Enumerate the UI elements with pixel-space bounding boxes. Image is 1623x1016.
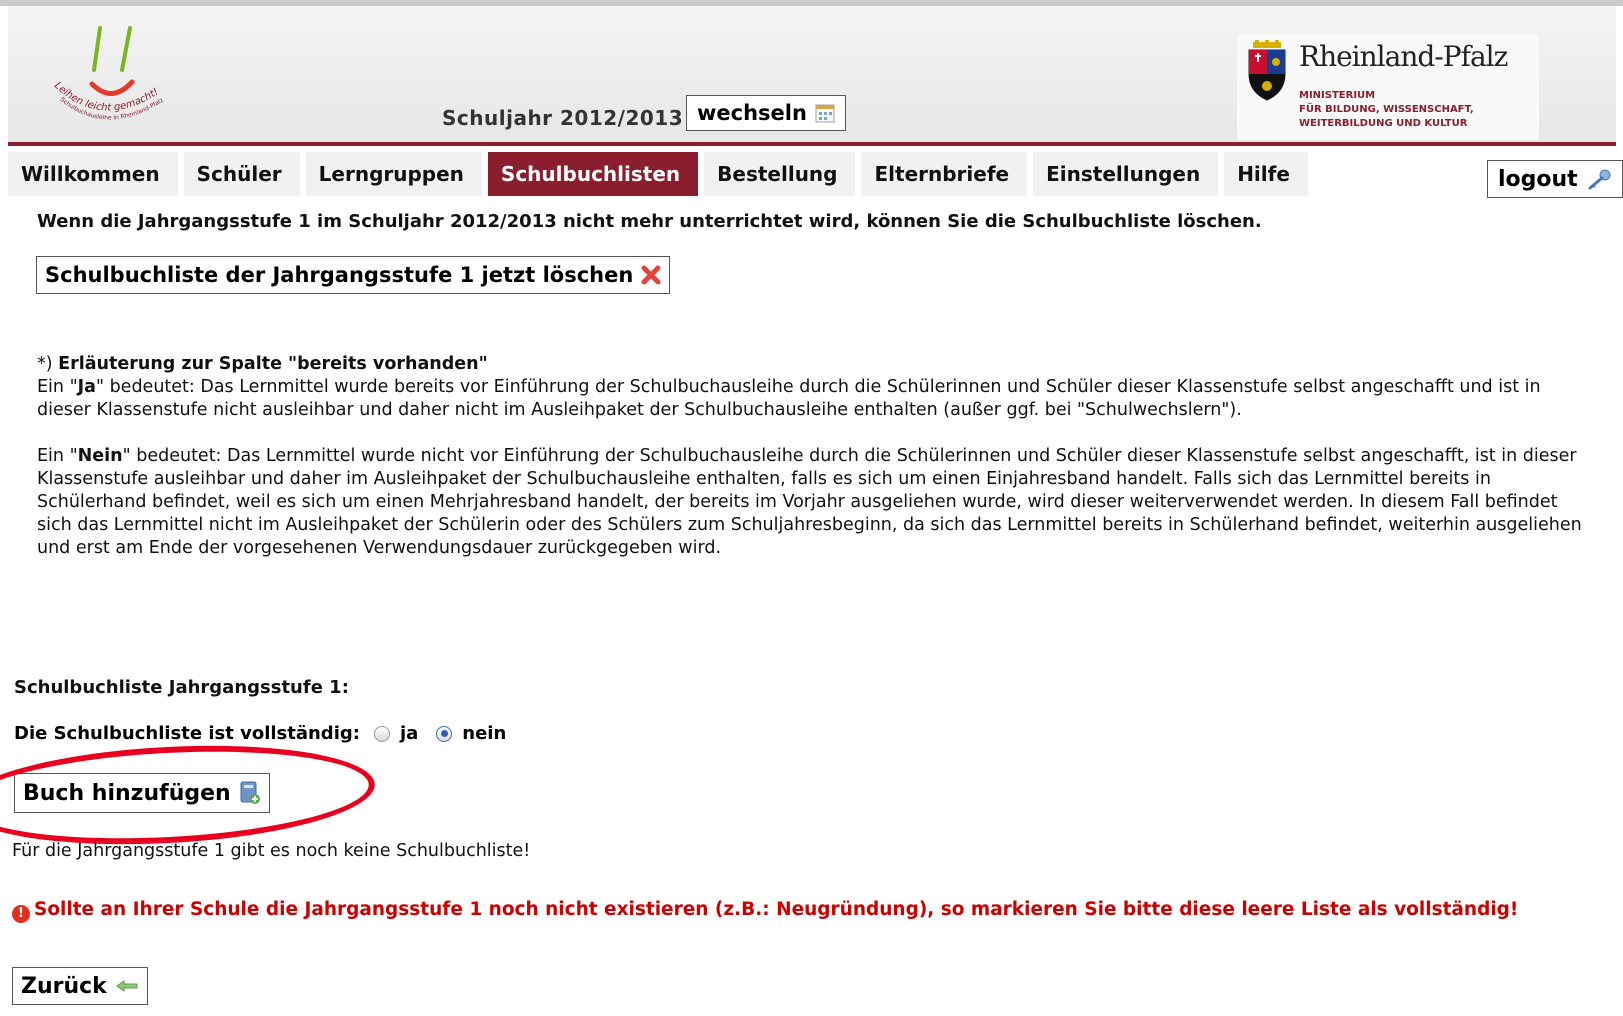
tab-hilfe[interactable]: Hilfe: [1224, 152, 1308, 196]
warning-text: Sollte an Ihrer Schule die Jahrgangsstuf…: [34, 899, 1519, 920]
ministry-name: MINISTERIUM FÜR BILDUNG, WISSENSCHAFT, W…: [1299, 90, 1474, 129]
warning-message: ! Sollte an Ihrer Schule die Jahrgangsstu…: [12, 898, 1532, 923]
warning-icon: !: [12, 904, 30, 923]
completeness-row: Die Schulbuchliste ist vollständig: ja n…: [14, 723, 506, 744]
tab-elternbriefe[interactable]: Elternbriefe: [861, 152, 1028, 196]
radio-ja[interactable]: [373, 725, 390, 742]
explanation-title: *) Erläuterung zur Spalte "bereits vorha…: [37, 353, 1597, 376]
completeness-label: Die Schulbuchliste ist vollständig:: [14, 723, 360, 744]
change-year-button[interactable]: wechseln: [686, 95, 846, 131]
note-nein-paragraph: Ein "Nein" bedeutet: Das Lernmittel wurd…: [37, 446, 1582, 558]
tab-einstellungen[interactable]: Einstellungen: [1033, 152, 1219, 196]
explanation-note: *) Erläuterung zur Spalte "bereits vorha…: [37, 353, 1597, 583]
back-label: Zurück: [21, 973, 107, 999]
delete-list-button[interactable]: Schulbuchliste der Jahrgangsstufe 1 jetz…: [36, 256, 671, 294]
delete-list-label: Schulbuchliste der Jahrgangsstufe 1 jetz…: [45, 263, 634, 287]
empty-list-message: Für die Jahrgangsstufe 1 gibt es noch ke…: [12, 841, 531, 861]
main-nav: Willkommen Schüler Lerngruppen Schulbuch…: [8, 152, 1314, 196]
radio-ja-label: ja: [399, 723, 419, 744]
logout-label: logout: [1498, 166, 1578, 192]
radio-nein[interactable]: [436, 725, 453, 742]
annotation-highlight-ellipse: [0, 736, 378, 854]
tab-schueler[interactable]: Schüler: [183, 152, 300, 196]
radio-nein-label: nein: [462, 723, 507, 744]
app-logo: Leihen leicht gemacht! Schulbuchausleihe…: [46, 20, 186, 140]
tab-willkommen[interactable]: Willkommen: [8, 152, 178, 196]
calendar-icon: [815, 103, 835, 123]
key-icon: [1586, 168, 1612, 190]
delete-info-text: Wenn die Jahrgangsstufe 1 im Schuljahr 2…: [37, 211, 1262, 232]
tab-schulbuchlisten[interactable]: Schulbuchlisten: [487, 152, 699, 196]
tab-lerngruppen[interactable]: Lerngruppen: [305, 152, 482, 196]
school-year-label: Schuljahr 2012/2013: [442, 106, 684, 130]
tab-bestellung[interactable]: Bestellung: [704, 152, 856, 196]
arrow-left-icon: [115, 979, 139, 993]
note-marker: *): [37, 354, 53, 374]
change-year-label: wechseln: [697, 101, 807, 125]
note-ja-paragraph: Ein "Ja" bedeutet: Das Lernmittel wurde …: [37, 377, 1541, 420]
back-button[interactable]: Zurück: [12, 967, 148, 1005]
section-title: Schulbuchliste Jahrgangsstufe 1:: [14, 677, 349, 698]
ministry-logo: Rheinland-Pfalz MINISTERIUM FÜR BILDUNG,…: [1237, 34, 1539, 140]
logout-button[interactable]: logout: [1487, 160, 1623, 198]
delete-icon: [641, 265, 661, 285]
state-name: Rheinland-Pfalz: [1299, 40, 1508, 73]
coat-of-arms-icon: [1248, 40, 1286, 101]
note-title: Erläuterung zur Spalte "bereits vorhande…: [58, 354, 488, 374]
header-divider: [8, 142, 1616, 146]
